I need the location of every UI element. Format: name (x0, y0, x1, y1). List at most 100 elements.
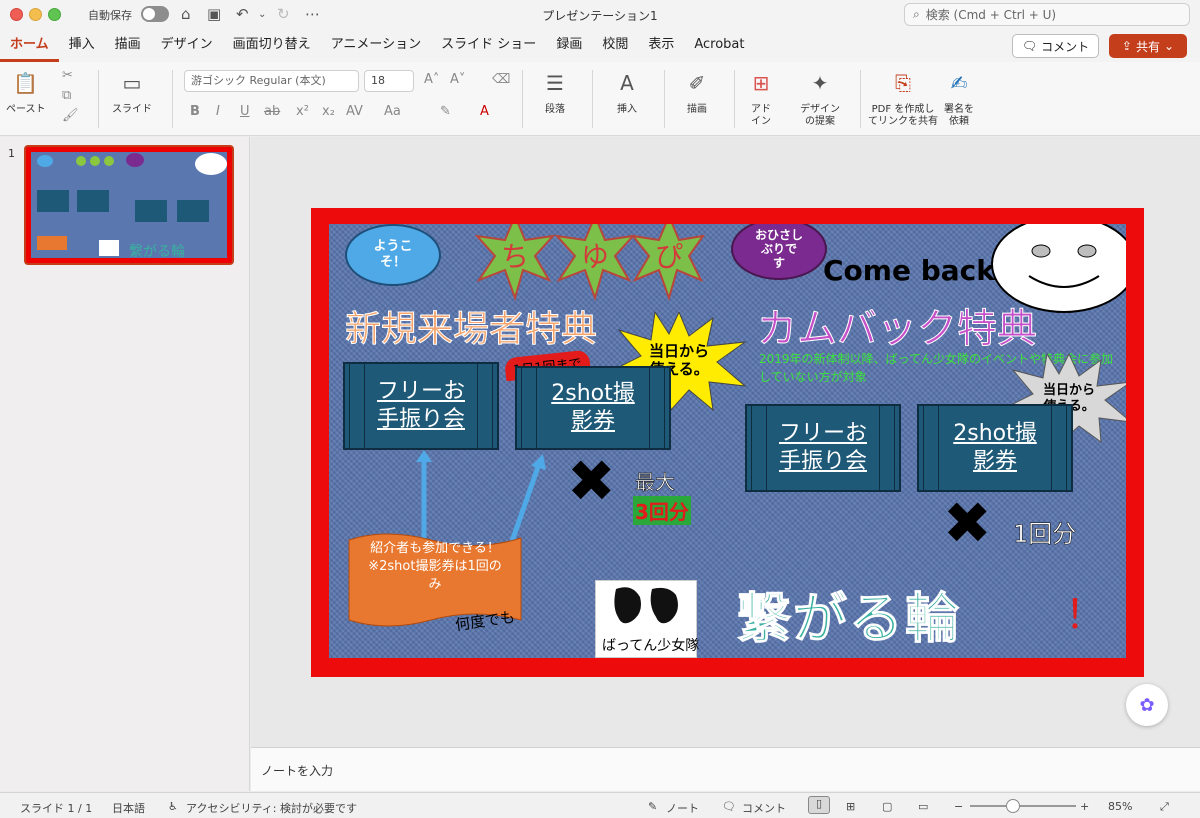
zoom-in-icon[interactable]: + (1080, 800, 1089, 813)
strikethrough-icon[interactable]: ab (264, 104, 280, 119)
slideshow-icon[interactable]: ▭ (918, 800, 928, 813)
format-painter-icon[interactable]: 🖌 (62, 108, 79, 123)
thumbnail-tagline: 繋がる輪 (129, 243, 185, 260)
notes-pane[interactable]: ノートを入力 (251, 747, 1200, 791)
save-icon[interactable]: ▣ (207, 5, 221, 23)
close-window-button[interactable] (10, 8, 23, 21)
paragraph-label: 段落 (545, 104, 565, 115)
max-count: 3回分 (633, 496, 691, 525)
welcome-bubble: ようこ そ！ (345, 224, 441, 286)
copy-icon[interactable]: ⧉ (62, 88, 71, 103)
tab-1[interactable]: 挿入 (59, 30, 105, 62)
bold-icon[interactable]: B (190, 104, 200, 119)
cut-icon[interactable]: ✂ (62, 68, 73, 83)
font-color-icon[interactable]: A (480, 104, 489, 119)
status-bar: スライド 1 / 1 日本語 ♿ アクセシビリティ: 検討が必要です ✎ ノート… (0, 792, 1200, 818)
decrease-font-icon[interactable]: A˅ (450, 72, 465, 87)
accessibility-status[interactable]: アクセシビリティ: 検討が必要です (186, 800, 357, 816)
thumbnail-miniature: 繋がる輪 (37, 153, 227, 260)
draw-button[interactable]: ✐ 描画 (680, 66, 714, 116)
tab-10[interactable]: Acrobat (684, 30, 754, 62)
tab-5[interactable]: アニメーション (321, 30, 431, 62)
tab-3[interactable]: デザイン (151, 30, 223, 62)
zoom-window-button[interactable] (48, 8, 61, 21)
star-label: ぴ (655, 240, 683, 273)
character-spacing-icon[interactable]: AV (346, 104, 363, 119)
zoom-slider-track[interactable] (970, 805, 1076, 807)
font-name-select[interactable]: 游ゴシック Regular (本文) (184, 70, 359, 92)
slide-number: 1 (8, 147, 15, 160)
paragraph-button[interactable]: ☰ 段落 (538, 66, 572, 116)
slide[interactable]: ようこ そ！ ち ゆ ぴ おひさし ぶりで す Come back 新規来場者特… (311, 208, 1144, 677)
comments-toggle[interactable]: コメント (742, 800, 786, 816)
share-button[interactable]: ⇪ 共有 ⌄ (1109, 34, 1187, 58)
box-label: 2shot撮 影券 (551, 381, 635, 434)
fit-to-window-icon[interactable]: ⤢ (1160, 800, 1169, 814)
insert-button[interactable]: A 挿入 (610, 66, 644, 116)
normal-view-icon[interactable]: ▯ (808, 796, 830, 814)
slide-button[interactable]: ▭ スライド (112, 66, 152, 116)
accessibility-icon: ♿ (168, 800, 178, 813)
font-size-select[interactable]: 18 (364, 70, 414, 92)
autosave-toggle[interactable] (141, 6, 169, 22)
undo-icon[interactable]: ↶ (236, 5, 249, 23)
comment-button[interactable]: 🗨 コメント (1012, 34, 1099, 58)
reading-view-icon[interactable]: ▢ (882, 800, 892, 813)
request-signature-button[interactable]: ✍ 署名を 依頼 (942, 66, 976, 128)
flag-text: 紹介者も参加できる！ ※2shot撮影券は1回の み (368, 541, 502, 592)
superscript-icon[interactable]: x² (296, 104, 309, 119)
italic-icon[interactable]: I (216, 104, 220, 119)
minimize-window-button[interactable] (29, 8, 42, 21)
slide-layout-icon: ▭ (122, 71, 142, 95)
tab-8[interactable]: 校閲 (592, 30, 638, 62)
tagline: 繋がる輪 (737, 587, 961, 651)
paste-button[interactable]: 📋 ペースト (6, 66, 46, 116)
tab-6[interactable]: スライド ショー (431, 30, 546, 62)
language[interactable]: 日本語 (112, 800, 145, 816)
more-icon[interactable]: ⋯ (305, 5, 320, 23)
burst-line-1: 当日から (1043, 382, 1095, 398)
slide-thumbnail-pane: 1 繋がる輪 (0, 137, 250, 791)
burst-line-1: 当日から (649, 342, 709, 360)
tab-7[interactable]: 録画 (546, 30, 592, 62)
highlight-icon[interactable]: ✎ (440, 104, 451, 119)
times-icon: ✖ (943, 489, 992, 557)
comments-toggle-icon[interactable]: 🗨 (722, 800, 736, 813)
sign-label: 署名を 依頼 (944, 104, 974, 127)
home-icon[interactable]: ⌂ (181, 5, 191, 23)
pdf-share-button[interactable]: ⎘ PDF を作成し てリンクを共有 (868, 66, 938, 128)
paste-label: ペースト (6, 104, 46, 115)
slide-sorter-icon[interactable]: ⊞ (846, 800, 855, 813)
zoom-slider-handle[interactable] (1006, 799, 1020, 813)
slide-thumbnail[interactable]: 繋がる輪 (24, 145, 234, 265)
addin-button[interactable]: ⊞ アド イン (744, 66, 778, 128)
long-time-bubble: おひさし ぶりで す (731, 224, 827, 280)
addin-icon: ⊞ (752, 71, 770, 95)
notes-toggle-icon[interactable]: ✎ (648, 800, 657, 813)
tab-2[interactable]: 描画 (105, 30, 151, 62)
text-box-icon: A (620, 71, 634, 95)
increase-font-icon[interactable]: A˄ (424, 72, 439, 87)
design-suggest-label: デザイン の提案 (800, 104, 840, 127)
clear-format-icon[interactable]: ⌫ (492, 72, 510, 87)
tab-0[interactable]: ホーム (0, 30, 59, 62)
pdf-icon: ⎘ (895, 71, 911, 95)
zoom-out-icon[interactable]: − (954, 800, 963, 813)
search-box[interactable]: ⌕ 検索 (Cmd + Ctrl + U) (904, 3, 1190, 26)
tab-9[interactable]: 表示 (638, 30, 684, 62)
redo-icon[interactable]: ↻ (277, 5, 290, 23)
change-case-icon[interactable]: Aa (384, 104, 401, 119)
box-label: 2shot撮 影券 (953, 421, 1037, 474)
logo-text: ばってん少女隊 (602, 638, 700, 654)
box-label: フリーお 手振り会 (376, 379, 465, 432)
comeback-title: カムバック特典 (757, 306, 1038, 353)
zoom-level[interactable]: 85% (1108, 800, 1132, 813)
tab-4[interactable]: 画面切り替え (223, 30, 321, 62)
copilot-icon[interactable]: ✿ (1126, 684, 1168, 726)
subscript-icon[interactable]: x₂ (322, 104, 335, 119)
underline-icon[interactable]: U (240, 104, 250, 119)
undo-dropdown-icon[interactable]: ⌄ (258, 9, 266, 20)
free-handshake-box-2: フリーお 手振り会 (745, 404, 901, 492)
design-suggest-button[interactable]: ✦ デザイン の提案 (800, 66, 840, 128)
notes-toggle[interactable]: ノート (666, 800, 699, 816)
